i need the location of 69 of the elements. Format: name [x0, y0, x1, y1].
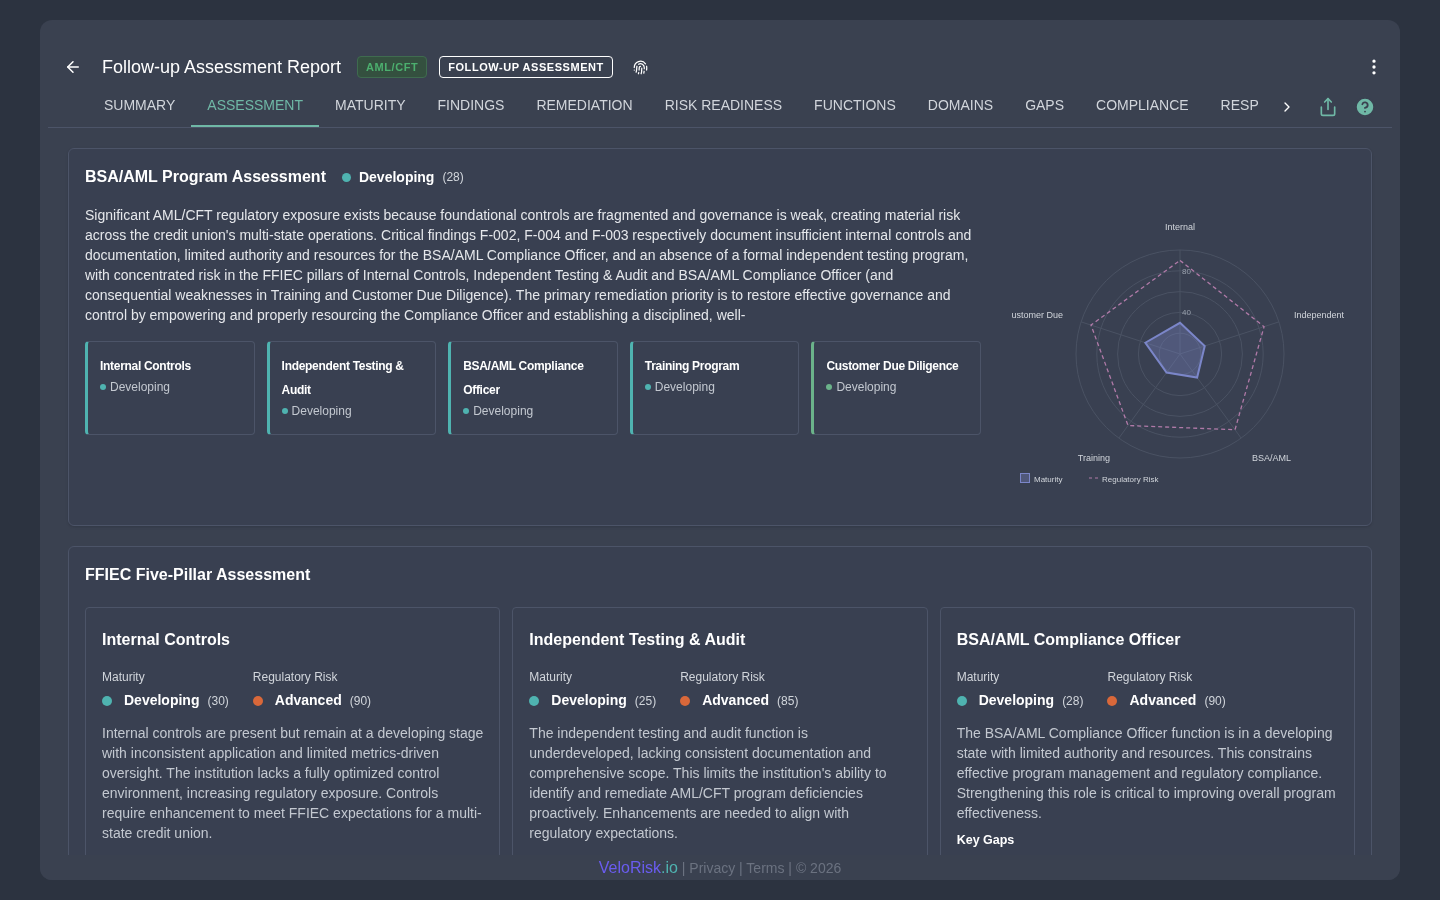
- score: (25): [634, 692, 657, 710]
- maturity-level: Developing: [978, 691, 1055, 710]
- pillar-status: Developing: [654, 379, 715, 396]
- metric-label: Regulatory Risk: [1107, 669, 1194, 686]
- tab[interactable]: ASSESSMENT: [191, 86, 319, 127]
- axis-label: ustomer Due: [1011, 309, 1063, 320]
- fingerprint-icon[interactable]: [632, 59, 648, 75]
- tab[interactable]: RISK READINESS: [648, 86, 799, 127]
- tab[interactable]: SUMMARY: [88, 86, 192, 127]
- section-title: FFIEC Five-Pillar Assessment: [85, 565, 312, 585]
- key-gaps-heading: Key Gaps: [956, 832, 1016, 849]
- section-title: BSA/AML Program Assessment: [85, 167, 326, 187]
- maturity-level: Developing: [551, 691, 627, 710]
- metric-label: Maturity: [102, 669, 146, 686]
- score: (90): [349, 692, 372, 710]
- risk-level: Advanced: [274, 691, 342, 710]
- tab[interactable]: RESP: [1204, 86, 1275, 127]
- card-title: Internal Controls: [102, 630, 231, 650]
- pillar-description: The BSA/AML Compliance Officer function is in a developing state with limited authority and resources. This constrains effective program management and regulatory compliance. Strengthening this role is critical to improving overall program effectiveness.: [956, 724, 1337, 823]
- tab[interactable]: FINDINGS: [421, 86, 521, 127]
- metric-label: Regulatory Risk: [680, 669, 766, 686]
- metric-label: Maturity: [529, 669, 573, 686]
- legend-label: Regulatory Risk: [1102, 475, 1159, 484]
- pillar-name: Independent Testing & Audit: [281, 358, 405, 399]
- tab[interactable]: DOMAINS: [911, 86, 1010, 127]
- back-icon[interactable]: [64, 58, 82, 76]
- axis-label: Training: [1077, 453, 1110, 463]
- metric-label: Regulatory Risk: [252, 669, 339, 686]
- score: (85): [777, 692, 799, 710]
- card-title: Independent Testing & Audit: [529, 630, 747, 650]
- maturity-level: Developing: [124, 691, 200, 710]
- pillar-status: Developing: [836, 379, 897, 396]
- axis-label: BSA/AML: [1252, 453, 1291, 463]
- page-title: Follow-up Assessment Report: [102, 55, 342, 79]
- legend-label: Maturity: [1034, 475, 1063, 484]
- help-icon[interactable]: [1354, 95, 1376, 118]
- type-badge: FOLLOW-UP ASSESSMENT: [439, 55, 613, 79]
- risk-level: Advanced: [702, 691, 770, 710]
- score: (30): [207, 692, 229, 710]
- score: (90): [1204, 692, 1226, 710]
- tab[interactable]: FUNCTIONS: [798, 86, 912, 127]
- pillar-status: Developing: [291, 403, 352, 420]
- pillar-name: BSA/AML Compliance Officer: [463, 358, 585, 399]
- legend-line: [1088, 477, 1101, 479]
- pillar-name: Customer Due Diligence: [826, 358, 960, 375]
- pillar-description: The independent testing and audit function is underdeveloped, lacking consistent documentation and comprehensive scope. This limits the institution's ability to identify and remediate AML/CFT program deficiencies proactively. Enhancements are needed to align with regulatory expectations.: [529, 724, 888, 843]
- tab[interactable]: REMEDIATION: [520, 86, 649, 127]
- tab[interactable]: COMPLIANCE: [1080, 86, 1205, 127]
- pillar-name: Internal Controls: [100, 358, 192, 375]
- axis-label: Internal: [1165, 222, 1195, 232]
- risk-level: Advanced: [1129, 691, 1197, 710]
- tab[interactable]: MATURITY: [319, 86, 422, 127]
- legend-swatch: [1020, 473, 1030, 483]
- radial-tick: 80: [1182, 266, 1191, 276]
- share-icon[interactable]: [1318, 96, 1338, 117]
- axis-label: Independent: [1294, 309, 1345, 320]
- pillar-status: Developing: [473, 403, 534, 420]
- radial-tick: 40: [1182, 308, 1191, 318]
- summary-text: Significant AML/CFT regulatory exposure exists because foundational controls are fragmented and governance is weak, creating material risk across the credit union's multi-state operations. Critical findings F-002, F-004 and F-003 respectively document insufficient internal controls and documentation, limited authority and resources for the BSA/AML Compliance Officer, and an absence of a formal independent testing program, with concentrated risk in the FFIEC pillars of Internal Controls, Independent Testing & Audit and BSA/AML Compliance Officer (and consequential weaknesses in Training and Customer Due Diligence). The primary remediation priority is to restore effective governance and control by empowering and properly resourcing the Compliance Officer and establishing a disciplined, well-: [85, 206, 973, 325]
- pillar-description: Internal controls are present but remain at a developing stage with inconsistent application and limited metrics-driven oversight. The institution lacks a fully optimized control environment, increasing regulatory exposure. Controls require enhancement to meet FFIEC expectations for a multi-state credit union.: [102, 724, 484, 843]
- score: (28): [1062, 692, 1084, 710]
- metric-label: Maturity: [956, 669, 1001, 686]
- card-title: BSA/AML Compliance Officer: [956, 630, 1182, 650]
- category-tag: AML/CFT: [357, 55, 428, 79]
- score: (28): [442, 169, 464, 186]
- tab[interactable]: GAPS: [1009, 86, 1081, 127]
- pillar-status: Developing: [110, 379, 171, 396]
- pillar-name: Training Program: [644, 358, 741, 375]
- status-label: Developing: [358, 167, 435, 187]
